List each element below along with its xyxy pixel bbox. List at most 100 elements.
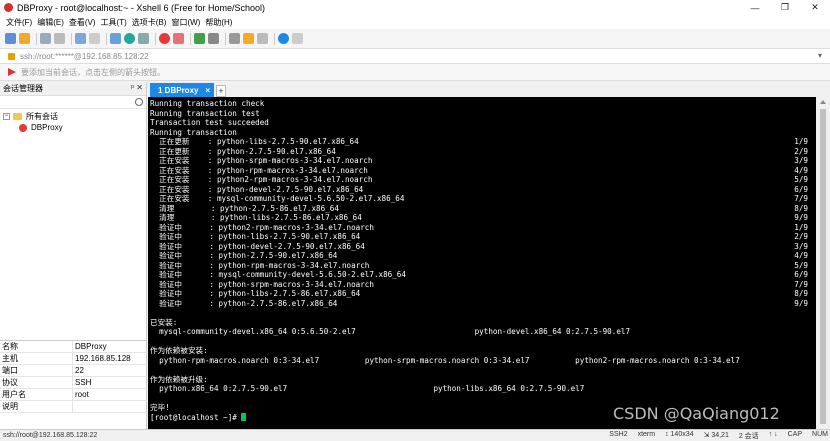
keyboard-icon[interactable] xyxy=(229,33,240,44)
menu-view[interactable]: 查看(V) xyxy=(69,17,96,28)
terminal-output[interactable]: Running transaction check Running transac… xyxy=(148,97,816,429)
properties-icon[interactable] xyxy=(75,33,86,44)
property-row: 用户名 root xyxy=(0,389,147,401)
terminal-progress: 7/9 xyxy=(794,279,808,289)
highlight-icon[interactable] xyxy=(243,33,254,44)
terminal-progress: 4/9 xyxy=(794,165,808,175)
open-folder-icon[interactable] xyxy=(19,33,30,44)
scrollbar-thumb[interactable] xyxy=(820,109,826,424)
property-row: 主机 192.168.85.128 xyxy=(0,353,147,365)
layout-icon[interactable] xyxy=(110,33,121,44)
property-key: 用户名 xyxy=(0,389,73,400)
terminal-line-text: 正在安装 : python2-rpm-macros-3-34.el7.noarc… xyxy=(150,175,373,184)
terminal-scrollbar[interactable] xyxy=(816,97,830,429)
menu-file[interactable]: 文件(F) xyxy=(6,17,32,28)
terminal-line-text: 正在安装 : mysql-community-devel-5.6.50-2.el… xyxy=(150,194,405,203)
terminal-line-text: 验证中 : python-devel-2.7.5-90.el7.x86_64 xyxy=(150,241,365,251)
tab-close-icon[interactable]: × xyxy=(205,86,210,95)
menu-edit[interactable]: 编辑(E) xyxy=(37,17,64,28)
window-controls: — ❐ ✕ xyxy=(740,0,830,15)
search-icon[interactable] xyxy=(135,98,143,106)
session-tree: − 所有会话 DBProxy xyxy=(0,109,146,135)
help-icon[interactable] xyxy=(278,33,289,44)
terminal-line-text: 已安装: xyxy=(150,317,178,327)
terminal-line-text: python.x86_64 0:2.7.5-90.el7 python-libs… xyxy=(150,384,585,393)
terminal-line-text: python-rpm-macros.noarch 0:3-34.el7 pyth… xyxy=(150,355,740,365)
lock-icon[interactable] xyxy=(208,33,219,44)
terminal-line: 验证中 : python-libs-2.7.5-86.el7.x86_64 8/9 xyxy=(150,289,814,299)
session-search[interactable] xyxy=(0,96,146,109)
toolbar-divider xyxy=(71,32,72,45)
property-value: SSH xyxy=(75,378,92,387)
status-bar: ssh://root@192.168.85.128:22 SSH2 xterm … xyxy=(0,429,830,441)
terminal-line: python.x86_64 0:2.7.5-90.el7 python-libs… xyxy=(150,384,814,394)
menu-help[interactable]: 帮助(H) xyxy=(205,17,232,28)
toolbar-divider xyxy=(36,32,37,45)
terminal-line-text: 作为依赖被升级: xyxy=(150,374,208,384)
tree-item-label: DBProxy xyxy=(31,123,63,132)
terminal-line: 正在安装 : python2-rpm-macros-3-34.el7.noarc… xyxy=(150,175,814,185)
menu-tools[interactable]: 工具(T) xyxy=(101,17,127,28)
new-tab-button[interactable]: + xyxy=(216,85,226,97)
scroll-up-icon[interactable] xyxy=(820,100,826,104)
tab-label: 1 DBProxy xyxy=(158,85,199,95)
terminal-progress: 6/9 xyxy=(794,270,808,279)
property-key: 说明 xyxy=(0,401,73,412)
terminal-line: 正在安装 : python-devel-2.7.5-90.el7.x86_64 6… xyxy=(150,185,814,195)
address-text: ssh://root:******@192.168.85.128:22 xyxy=(20,51,149,61)
terminal-line-text: 验证中 : python-srpm-macros-3-34.el7.noarch xyxy=(150,279,374,289)
disconnect-icon[interactable] xyxy=(54,33,65,44)
status-connection: ssh://root@192.168.85.128:22 xyxy=(3,432,98,439)
find-icon[interactable] xyxy=(89,33,100,44)
terminal-line: 验证中 : python-2.7.5-86.el7.x86_64 9/9 xyxy=(150,299,814,309)
tree-item-all-sessions[interactable]: − 所有会话 xyxy=(3,111,143,122)
fullscreen-icon[interactable] xyxy=(194,33,205,44)
terminal-line: 清理 : python-libs-2.7.5-86.el7.x86_64 9/9 xyxy=(150,213,814,223)
status-protocol: SSH2 xyxy=(609,431,628,438)
terminal-line: 作为依赖被安装: xyxy=(150,346,814,356)
tree-item-dbproxy[interactable]: DBProxy xyxy=(3,122,143,133)
property-row: 端口 22 xyxy=(0,365,147,377)
terminal-progress: 7/9 xyxy=(794,194,808,203)
terminal-line: 验证中 : python2-rpm-macros-3-34.el7.noarch… xyxy=(150,223,814,233)
maximize-button[interactable]: ❐ xyxy=(770,0,800,15)
terminal-line-text: 作为依赖被安装: xyxy=(150,346,208,355)
pin-close-icons[interactable]: ᵖ ✕ xyxy=(131,83,143,92)
transfer-icon[interactable] xyxy=(138,33,149,44)
terminal-line-text: Running transaction check xyxy=(150,99,265,108)
toolbar-divider xyxy=(155,32,156,45)
add-session-arrow-icon[interactable] xyxy=(8,68,16,76)
minimize-button[interactable]: — xyxy=(740,0,770,15)
globe-icon[interactable] xyxy=(124,33,135,44)
chevron-down-icon[interactable]: ▾ xyxy=(818,51,822,60)
chat-icon[interactable] xyxy=(292,33,303,44)
menu-window[interactable]: 窗口(W) xyxy=(171,17,200,28)
tab-dbproxy[interactable]: 1 DBProxy × xyxy=(150,83,214,97)
status-cap: CAP xyxy=(787,431,803,438)
xshell-icon[interactable] xyxy=(159,33,170,44)
terminal-line: Transaction test succeeded xyxy=(150,118,814,128)
link-icon[interactable] xyxy=(40,33,51,44)
menu-tabs[interactable]: 选项卡(B) xyxy=(132,17,167,28)
property-row: 说明 xyxy=(0,401,147,413)
terminal-progress: 5/9 xyxy=(794,175,808,184)
xftp-icon[interactable] xyxy=(173,33,184,44)
collapse-icon[interactable]: − xyxy=(3,113,10,120)
terminal-progress: 1/9 xyxy=(794,222,808,232)
property-value: 22 xyxy=(75,366,84,375)
new-session-icon[interactable] xyxy=(5,33,16,44)
toolbar-divider xyxy=(190,32,191,45)
terminal-line: 正在更新 : python-2.7.5-90.el7.x86_64 2/9 xyxy=(150,147,814,157)
compose-icon[interactable] xyxy=(257,33,268,44)
terminal-line-text: 正在更新 : python-2.7.5-90.el7.x86_64 xyxy=(150,146,336,156)
terminal-line-text: 验证中 : python-libs-2.7.5-90.el7.x86_64 xyxy=(150,232,361,241)
property-value: 192.168.85.128 xyxy=(75,354,131,363)
close-button[interactable]: ✕ xyxy=(800,0,830,15)
address-bar[interactable]: ssh://root:******@192.168.85.128:22 ▾ xyxy=(0,49,830,64)
terminal-line-text: 正在安装 : python-srpm-macros-3-34.el7.noarc… xyxy=(150,156,373,165)
terminal-line-text: 验证中 : python-2.7.5-90.el7.x86_64 xyxy=(150,251,338,260)
status-arrows[interactable]: ↑ ↓ xyxy=(769,431,778,441)
